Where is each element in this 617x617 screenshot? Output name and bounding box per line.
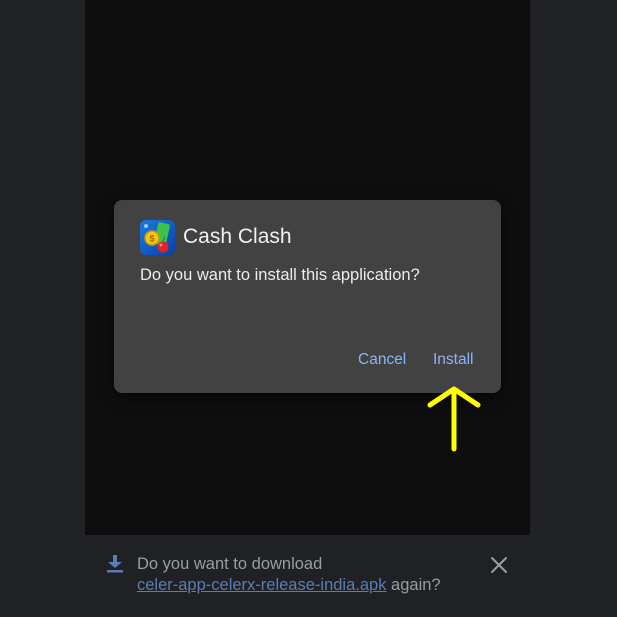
install-dialog: $ Cash Clash Do you want to install this… <box>114 200 501 393</box>
screen: $ Cash Clash Do you want to install this… <box>0 0 617 617</box>
download-filename-line: celer-app-celerx-release-india.apk again… <box>137 575 467 596</box>
close-icon[interactable] <box>490 556 508 574</box>
download-icon <box>105 554 125 574</box>
cash-clash-app-icon: $ <box>140 220 175 255</box>
download-message: Do you want to download celer-app-celerx… <box>137 554 467 596</box>
svg-text:$: $ <box>149 234 154 244</box>
app-name: Cash Clash <box>183 225 292 248</box>
download-suffix: again? <box>386 576 441 594</box>
download-prompt: Do you want to download <box>137 555 323 573</box>
install-button[interactable]: Install <box>433 351 474 369</box>
cancel-button[interactable]: Cancel <box>358 351 406 369</box>
up-arrow-icon <box>424 383 484 453</box>
download-filename-link[interactable]: celer-app-celerx-release-india.apk <box>137 576 386 594</box>
dialog-message: Do you want to install this application? <box>140 266 420 284</box>
download-snackbar: Do you want to download celer-app-celerx… <box>85 535 530 617</box>
